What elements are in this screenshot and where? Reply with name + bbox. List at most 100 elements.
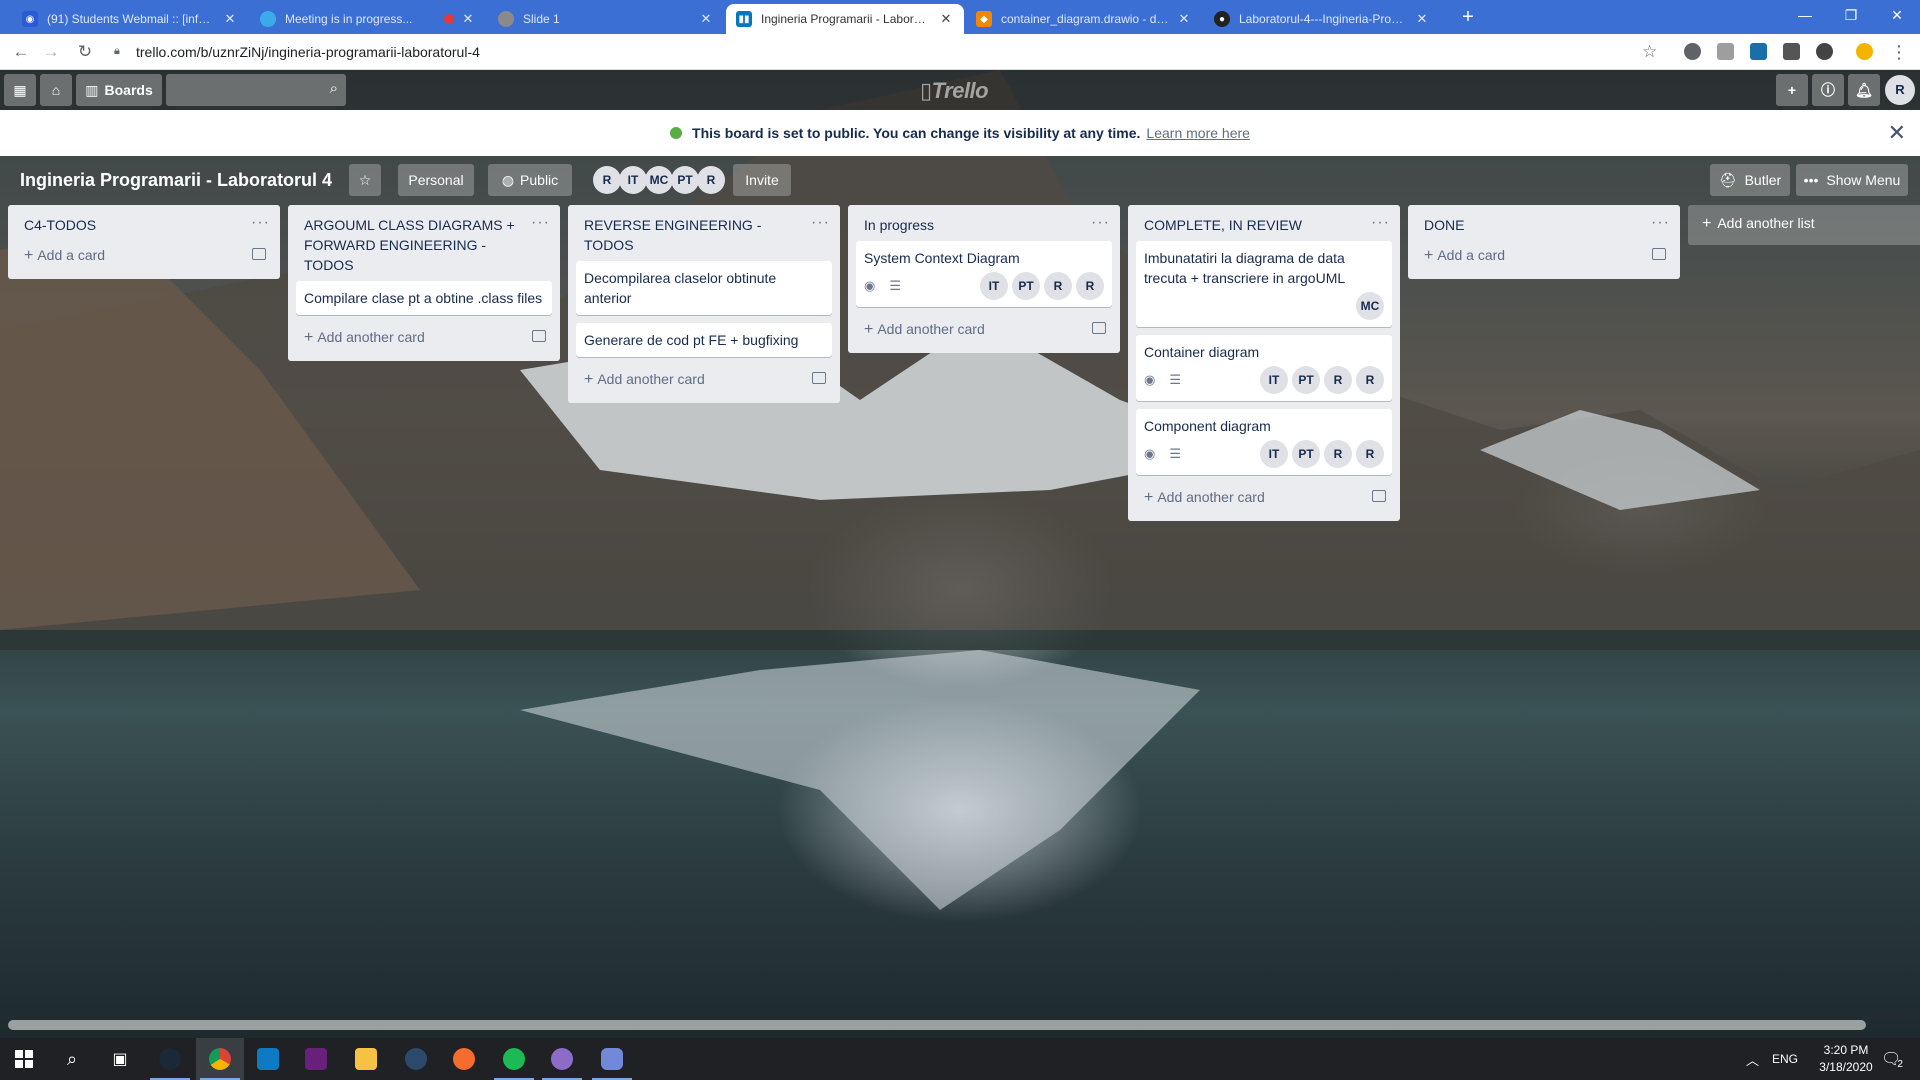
card-member-avatar[interactable]: R bbox=[1356, 440, 1384, 468]
back-icon[interactable]: ← bbox=[10, 42, 32, 64]
tray-chevron-icon[interactable]: ︿ bbox=[1746, 1038, 1759, 1080]
add-card-button[interactable]: + Add another card bbox=[1128, 483, 1400, 521]
card[interactable]: Imbunatatiri la diagrama de data trecuta… bbox=[1136, 241, 1392, 327]
address-bar[interactable]: 🔒︎ trello.com/b/uznrZiNj/ingineria-progr… bbox=[108, 38, 1660, 66]
list-header[interactable]: In progress ··· bbox=[848, 205, 1120, 241]
vscode-icon[interactable] bbox=[244, 1038, 292, 1080]
close-tab-icon[interactable]: ✕ bbox=[222, 11, 238, 27]
app-icon[interactable] bbox=[392, 1038, 440, 1080]
invite-button[interactable]: Invite bbox=[733, 164, 791, 196]
card-member-avatar[interactable]: R bbox=[1356, 366, 1384, 394]
close-tab-icon[interactable]: ✕ bbox=[938, 11, 954, 27]
tab-github[interactable]: ● Laboratorul-4---Ingineria-Progra ✕ bbox=[1204, 4, 1440, 34]
system-clock[interactable]: 3:20 PM 3/18/2020 bbox=[1806, 1042, 1886, 1076]
star-board-icon[interactable]: ☆ bbox=[349, 164, 381, 196]
list-menu-icon[interactable]: ··· bbox=[531, 213, 550, 233]
extension-icon[interactable] bbox=[1816, 43, 1833, 60]
card-member-avatar[interactable]: MC bbox=[1356, 292, 1384, 320]
card-template-icon[interactable] bbox=[1652, 248, 1666, 260]
new-tab-button[interactable]: + bbox=[1456, 6, 1480, 30]
list-menu-icon[interactable]: ··· bbox=[811, 213, 830, 233]
card-member-avatar[interactable]: IT bbox=[980, 272, 1008, 300]
list-title[interactable]: COMPLETE, IN REVIEW bbox=[1144, 217, 1302, 233]
card-member-avatar[interactable]: PT bbox=[1292, 440, 1320, 468]
board-member-avatar[interactable]: IT bbox=[619, 166, 647, 194]
visibility-button[interactable]: ◍ Public bbox=[488, 164, 572, 196]
card-template-icon[interactable] bbox=[1092, 322, 1106, 334]
add-card-button[interactable]: + Add another card bbox=[848, 315, 1120, 353]
language-indicator[interactable]: ENG bbox=[1772, 1038, 1798, 1080]
windows-start-icon[interactable] bbox=[0, 1038, 48, 1080]
board-member-avatar[interactable]: R bbox=[697, 166, 725, 194]
list-title[interactable]: DONE bbox=[1424, 217, 1464, 233]
reload-icon[interactable]: ↻ bbox=[74, 42, 96, 64]
card-template-icon[interactable] bbox=[532, 330, 546, 342]
extension-icon[interactable] bbox=[1717, 43, 1734, 60]
list-menu-icon[interactable]: ··· bbox=[251, 213, 270, 233]
apps-icon[interactable]: ▦ bbox=[4, 74, 36, 106]
card-member-avatar[interactable]: IT bbox=[1260, 366, 1288, 394]
add-card-button[interactable]: + Add another card bbox=[568, 365, 840, 403]
user-avatar[interactable]: R bbox=[1885, 75, 1915, 105]
card-member-avatar[interactable]: PT bbox=[1292, 366, 1320, 394]
card-member-avatar[interactable]: R bbox=[1324, 440, 1352, 468]
horizontal-scrollbar[interactable] bbox=[8, 1020, 1866, 1030]
trello-logo[interactable]: ▯Trello bbox=[920, 78, 989, 104]
add-card-button[interactable]: + Add a card bbox=[1408, 241, 1680, 279]
list-menu-icon[interactable]: ··· bbox=[1371, 213, 1390, 233]
card-member-avatar[interactable]: R bbox=[1324, 366, 1352, 394]
extension-icon[interactable] bbox=[1750, 43, 1767, 60]
extension-icon[interactable] bbox=[1783, 43, 1800, 60]
card[interactable]: Compilare clase pt a obtine .class files bbox=[296, 281, 552, 315]
tab-slide[interactable]: Slide 1 ✕ bbox=[488, 4, 724, 34]
spotify-icon[interactable] bbox=[490, 1038, 538, 1080]
forward-icon[interactable]: → bbox=[40, 42, 62, 64]
card[interactable]: Container diagram ◉ ☰ IT PT R R bbox=[1136, 335, 1392, 401]
list-header[interactable]: C4-TODOS ··· bbox=[8, 205, 280, 241]
add-list-button[interactable]: + Add another list bbox=[1688, 205, 1920, 245]
board-member-avatar[interactable]: MC bbox=[645, 166, 673, 194]
list-header[interactable]: DONE ··· bbox=[1408, 205, 1680, 241]
list-header[interactable]: COMPLETE, IN REVIEW ··· bbox=[1128, 205, 1400, 241]
tab-drawio[interactable]: ◆ container_diagram.drawio - draw ✕ bbox=[966, 4, 1202, 34]
tab-meeting[interactable]: Meeting is in progress... ✕ bbox=[250, 4, 486, 34]
card[interactable]: System Context Diagram ◉ ☰ IT PT R R bbox=[856, 241, 1112, 307]
card-member-avatar[interactable]: R bbox=[1044, 272, 1072, 300]
chrome-icon[interactable] bbox=[196, 1038, 244, 1080]
show-menu-button[interactable]: ••• Show Menu bbox=[1796, 164, 1908, 196]
add-card-button[interactable]: + Add a card bbox=[8, 241, 280, 279]
boards-button[interactable]: ▥ Boards bbox=[76, 74, 162, 106]
close-tab-icon[interactable]: ✕ bbox=[460, 11, 476, 27]
origin-icon[interactable] bbox=[440, 1038, 488, 1080]
list-title[interactable]: In progress bbox=[864, 217, 934, 233]
card-member-avatar[interactable]: R bbox=[1076, 272, 1104, 300]
card-member-avatar[interactable]: IT bbox=[1260, 440, 1288, 468]
close-tab-icon[interactable]: ✕ bbox=[1414, 11, 1430, 27]
notifications-bell-icon[interactable]: 🔔︎ bbox=[1848, 74, 1880, 106]
list-menu-icon[interactable]: ··· bbox=[1651, 213, 1670, 233]
visual-studio-icon[interactable] bbox=[292, 1038, 340, 1080]
tab-webmail[interactable]: ◉ (91) Students Webmail :: [info2b ✕ bbox=[12, 4, 248, 34]
maximize-icon[interactable]: ❐ bbox=[1828, 0, 1874, 30]
card[interactable]: Generare de cod pt FE + bugfixing bbox=[576, 323, 832, 357]
close-window-icon[interactable]: ✕ bbox=[1874, 0, 1920, 30]
bookmark-star-icon[interactable]: ☆ bbox=[1642, 42, 1657, 62]
search-icon[interactable]: ⌕ bbox=[48, 1038, 96, 1080]
action-center-icon[interactable]: 🗨︎ 2 bbox=[1880, 1038, 1904, 1080]
profile-avatar-icon[interactable] bbox=[1856, 43, 1873, 60]
card-template-icon[interactable] bbox=[252, 248, 266, 260]
file-explorer-icon[interactable] bbox=[342, 1038, 390, 1080]
board-member-avatar[interactable]: R bbox=[593, 166, 621, 194]
list-menu-icon[interactable]: ··· bbox=[1091, 213, 1110, 233]
close-banner-icon[interactable]: ✕ bbox=[1888, 120, 1906, 146]
search-input[interactable]: ⌕ bbox=[166, 74, 346, 106]
list-header[interactable]: ARGOUML CLASS DIAGRAMS + FORWARD ENGINEE… bbox=[288, 205, 560, 281]
card[interactable]: Component diagram ◉ ☰ IT PT R R bbox=[1136, 409, 1392, 475]
extension-icon[interactable] bbox=[1684, 43, 1701, 60]
steam-icon[interactable] bbox=[146, 1038, 194, 1080]
list-title[interactable]: REVERSE ENGINEERING -TODOS bbox=[584, 217, 761, 253]
list-title[interactable]: ARGOUML CLASS DIAGRAMS + FORWARD ENGINEE… bbox=[304, 217, 515, 273]
close-tab-icon[interactable]: ✕ bbox=[698, 11, 714, 27]
list-header[interactable]: REVERSE ENGINEERING -TODOS ··· bbox=[568, 205, 840, 261]
close-tab-icon[interactable]: ✕ bbox=[1176, 11, 1192, 27]
